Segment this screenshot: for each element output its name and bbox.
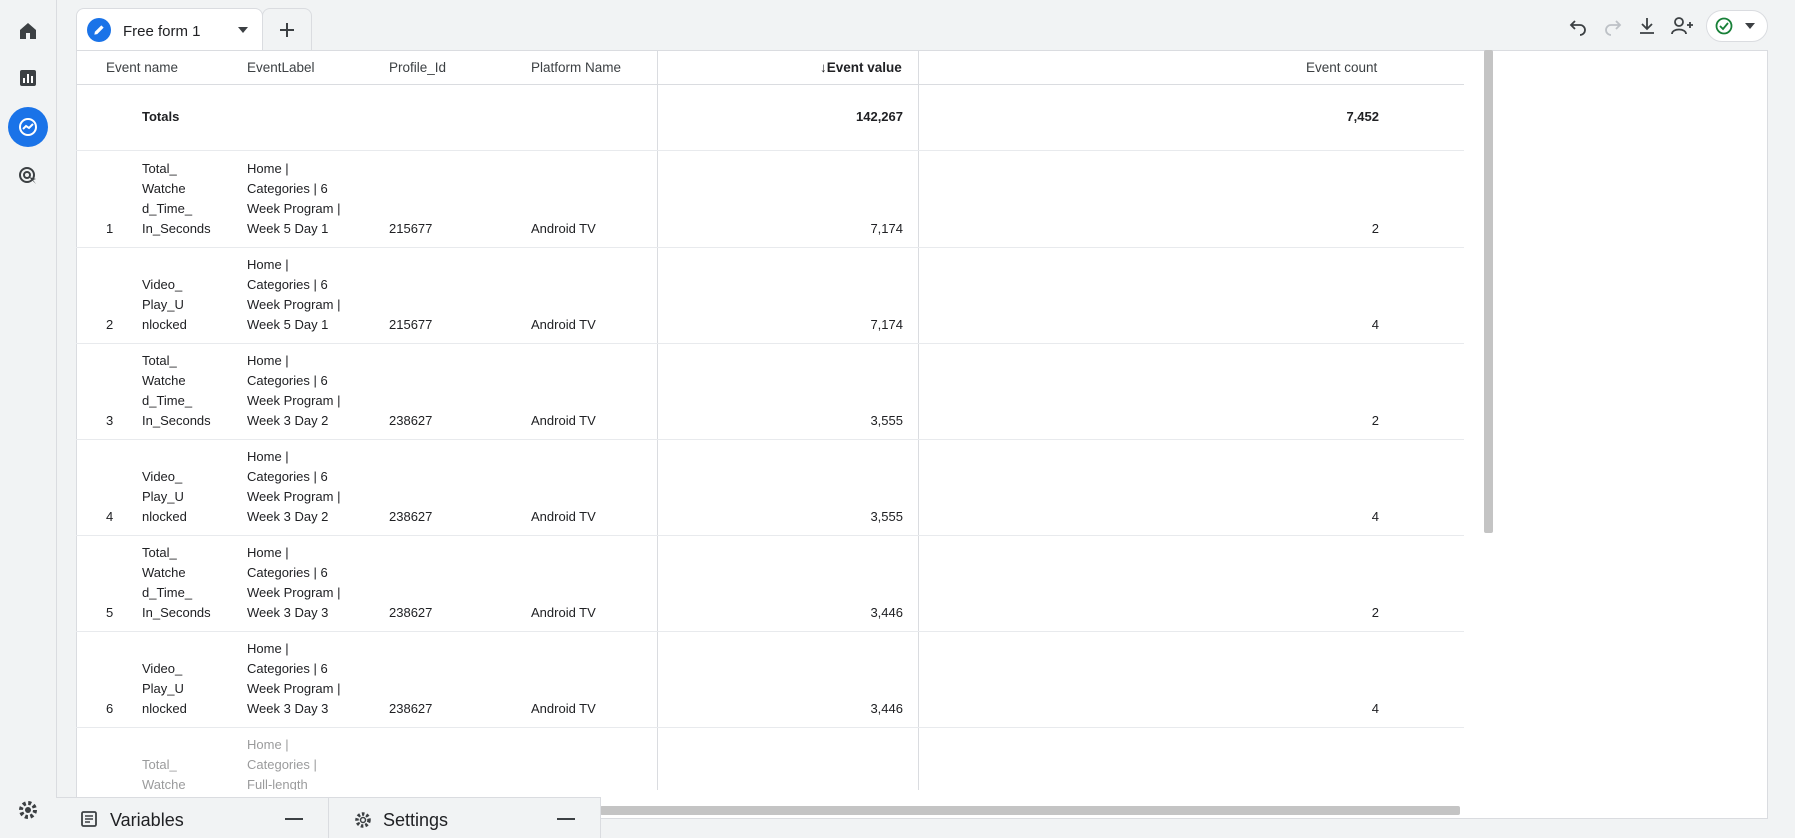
row-index: 5: [106, 605, 114, 620]
event-value-cell: 3,555: [870, 413, 903, 428]
table-row[interactable]: 5 Total_ Watche d_Time_ In_Seconds Home | Ca…: [76, 535, 1464, 632]
header-event-value[interactable]: ↓Event value: [820, 60, 902, 75]
event-name-cell: Video_ Play_U nlocked: [142, 469, 187, 524]
horizontal-scrollbar[interactable]: [600, 806, 1460, 815]
chevron-down-icon[interactable]: [237, 23, 249, 41]
event-count-cell: 2: [1371, 413, 1379, 428]
plus-icon: [280, 23, 294, 37]
left-nav: [0, 0, 57, 837]
reports-icon[interactable]: [8, 58, 48, 98]
platform-cell: Android TV: [531, 317, 596, 332]
tab-title: Free form 1: [123, 23, 201, 40]
profile-id-cell: 238627: [389, 605, 433, 620]
advertising-icon[interactable]: [8, 156, 48, 196]
platform-cell: Android TV: [531, 605, 596, 620]
variables-panel[interactable]: Variables: [56, 797, 329, 838]
admin-gear-icon[interactable]: [8, 790, 48, 830]
header-event-name[interactable]: Event name: [106, 60, 178, 75]
event-value-cell: 7,174: [870, 221, 903, 236]
redo-icon[interactable]: [1599, 12, 1627, 40]
profile-id-cell: 238627: [389, 701, 433, 716]
variables-title: Variables: [110, 810, 184, 830]
status-check-dropdown[interactable]: [1706, 10, 1768, 42]
sort-arrow-icon: ↓: [820, 60, 827, 75]
gear-icon: [353, 810, 373, 835]
event-count-cell: 4: [1371, 701, 1379, 716]
event-count-cell: 2: [1371, 605, 1379, 620]
pencil-icon: [87, 18, 111, 42]
event-name-cell: Total_ Watche: [142, 757, 186, 790]
event-label-cell: Home | Categories | 6 Week Program | Week 5…: [247, 161, 341, 236]
event-name-cell: Total_ Watche d_Time_ In_Seconds: [142, 161, 211, 236]
event-label-cell: Home | Categories | 6 Week Program | Week 3…: [247, 353, 341, 428]
check-circle-icon: [1715, 17, 1733, 35]
event-count-cell: 2: [1371, 221, 1379, 236]
share-add-user-icon[interactable]: [1668, 12, 1696, 40]
variables-icon: [80, 810, 100, 835]
settings-title: Settings: [383, 810, 449, 830]
event-label-cell: Home | Categories | 6 Week Program | Week 5…: [247, 257, 341, 332]
table-row[interactable]: 3 Total_ Watche d_Time_ In_Seconds Home | Ca…: [76, 343, 1464, 440]
event-label-cell: Home | Categories | 6 Week Program | Week 3…: [247, 449, 341, 524]
event-value-cell: 7,174: [870, 317, 903, 332]
chevron-down-icon: [1745, 23, 1755, 29]
event-name-cell: Video_ Play_U nlocked: [142, 661, 187, 716]
event-count-cell: 4: [1371, 317, 1379, 332]
table-row[interactable]: 1 Total_ Watche d_Time_ In_Seconds Home | Ca…: [76, 151, 1464, 248]
row-index: 2: [106, 317, 114, 332]
home-icon[interactable]: [8, 11, 48, 51]
add-tab-button[interactable]: [262, 8, 312, 51]
event-value-cell: 3,446: [870, 605, 903, 620]
table-row[interactable]: 4 Video_ Play_U nlocked Home | Categories |…: [76, 439, 1464, 536]
table-row[interactable]: 2 Video_ Play_U nlocked Home | Categories |…: [76, 247, 1464, 344]
row-index: 4: [106, 509, 114, 524]
row-index: 3: [106, 413, 114, 428]
event-label-cell: Home | Categories | Full-length: [247, 737, 317, 790]
event-value-cell: 3,446: [870, 701, 903, 716]
tab-free-form-1[interactable]: Free form 1: [76, 8, 263, 51]
event-name-cell: Video_ Play_U nlocked: [142, 277, 187, 332]
platform-cell: Android TV: [531, 413, 596, 428]
row-index: 1: [106, 221, 114, 236]
explore-icon[interactable]: [8, 107, 48, 147]
table-header: Event name EventLabel Profile_Id Platfor…: [76, 50, 1464, 85]
settings-panel[interactable]: Settings: [329, 797, 601, 838]
event-label-cell: Home | Categories | 6 Week Program | Week 3…: [247, 641, 341, 716]
minimize-icon[interactable]: [285, 818, 303, 820]
platform-cell: Android TV: [531, 221, 596, 236]
totals-event-count: 7,452: [1346, 109, 1379, 124]
profile-id-cell: 238627: [389, 413, 433, 428]
table-row[interactable]: 6 Video_ Play_U nlocked Home | Categories |…: [76, 631, 1464, 728]
header-event-label[interactable]: EventLabel: [247, 60, 315, 75]
free-form-table: Event name EventLabel Profile_Id Platfor…: [76, 50, 1464, 790]
header-event-value-label: Event value: [826, 60, 902, 75]
profile-id-cell: 215677: [389, 317, 433, 332]
header-platform-name[interactable]: Platform Name: [531, 60, 621, 75]
vertical-scrollbar[interactable]: [1484, 50, 1493, 533]
profile-id-cell: 215677: [389, 221, 433, 236]
totals-label: Totals: [142, 109, 180, 124]
platform-cell: Android TV: [531, 509, 596, 524]
event-count-cell: 4: [1371, 509, 1379, 524]
download-icon[interactable]: [1633, 12, 1661, 40]
totals-row: Totals 142,267 7,452: [76, 85, 1464, 151]
event-label-cell: Home | Categories | 6 Week Program | Week 3…: [247, 545, 341, 620]
table-row[interactable]: Total_ Watche Home | Categories | Full-leng…: [76, 727, 1464, 790]
platform-cell: Android TV: [531, 701, 596, 716]
undo-icon[interactable]: [1564, 12, 1592, 40]
totals-event-value: 142,267: [856, 109, 903, 124]
event-name-cell: Total_ Watche d_Time_ In_Seconds: [142, 353, 211, 428]
event-name-cell: Total_ Watche d_Time_ In_Seconds: [142, 545, 211, 620]
header-event-count[interactable]: Event count: [1306, 60, 1377, 75]
profile-id-cell: 238627: [389, 509, 433, 524]
minimize-icon[interactable]: [557, 818, 575, 820]
header-profile-id[interactable]: Profile_Id: [389, 60, 446, 75]
row-index: 6: [106, 701, 114, 716]
event-value-cell: 3,555: [870, 509, 903, 524]
